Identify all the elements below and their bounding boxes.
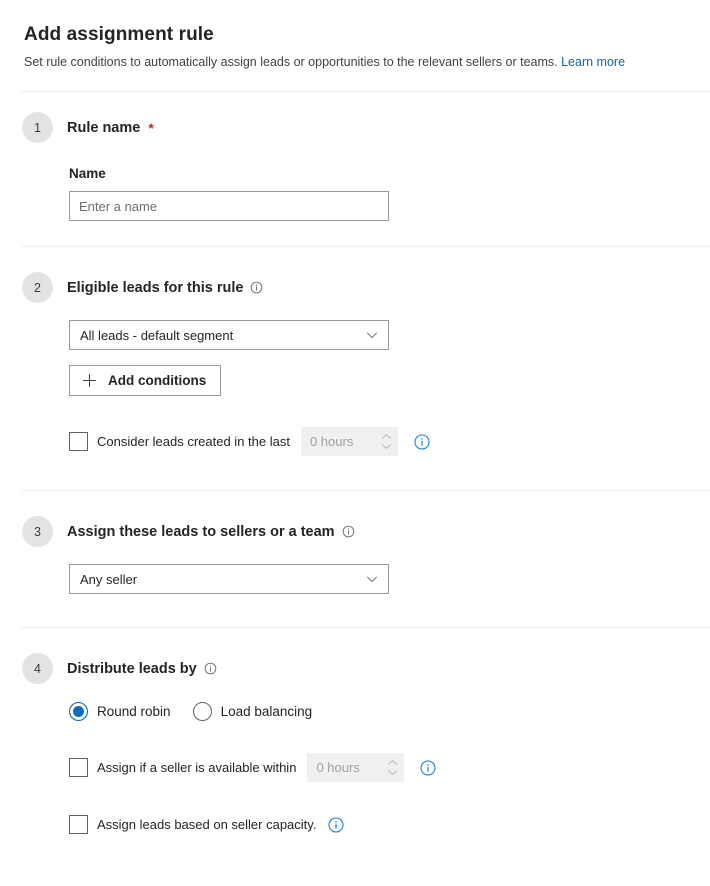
add-conditions-button[interactable]: Add conditions [69,365,222,396]
spinner-arrows[interactable] [381,433,392,450]
assign-seller-dropdown[interactable]: Any seller [69,564,389,594]
add-conditions-label: Add conditions [108,373,207,388]
page-header: Add assignment rule Set rule conditions … [0,0,710,71]
info-circle-blue-icon[interactable] [414,433,430,450]
learn-more-link[interactable]: Learn more [561,55,625,69]
consider-leads-hours-value: 0 hours [309,434,354,449]
section-eligible-leads: 2 Eligible leads for this rule All leads… [0,247,710,456]
section-1-title-text: Rule name [67,119,141,136]
name-field-label: Name [69,166,106,181]
section-distribute-leads: 4 Distribute leads by Round robin Load b… [0,628,710,834]
plus-icon [82,373,97,388]
rule-name-input[interactable] [69,191,389,221]
spinner-up-icon [381,434,392,439]
step-badge-3: 3 [22,516,53,547]
assign-seller-dropdown-value: Any seller [80,571,138,587]
section-rule-name: 1 Rule name * Name [0,92,710,221]
page-subtitle: Set rule conditions to automatically ass… [24,54,686,71]
section-2-title-text: Eligible leads for this rule [67,279,244,296]
seller-capacity-label: Assign leads based on seller capacity. [97,816,317,832]
section-assign-sellers: 3 Assign these leads to sellers or a tea… [0,491,710,594]
section-4-title-text: Distribute leads by [67,660,197,677]
section-3-header: 3 Assign these leads to sellers or a tea… [22,516,710,547]
consider-leads-label: Consider leads created in the last [97,433,290,449]
seller-available-hours-value: 0 hours [316,760,360,775]
seller-capacity-row: Assign leads based on seller capacity. [69,815,710,834]
info-circle-blue-icon[interactable] [420,759,436,776]
radio-item-load-balancing[interactable]: Load balancing [192,702,313,721]
section-2-title: Eligible leads for this rule [67,278,263,298]
radio-round-robin[interactable] [69,702,88,721]
spinner-down-icon [388,770,398,775]
step-badge-4: 4 [22,653,53,684]
distribute-radio-group: Round robin Load balancing [69,702,710,721]
section-4-body: Round robin Load balancing Assign if a s… [69,702,710,834]
seller-available-row: Assign if a seller is available within 0… [69,753,710,782]
section-4-header: 4 Distribute leads by [22,653,710,684]
page-title: Add assignment rule [24,24,214,45]
section-1-title: Rule name * [67,118,154,138]
consider-leads-hours-spinner[interactable]: 0 hours [300,427,398,456]
section-3-body: Any seller [69,564,710,594]
step-badge-1: 1 [22,112,53,143]
radio-round-robin-label: Round robin [97,703,171,719]
spinner-down-icon [381,444,392,449]
add-assignment-rule-page: Add assignment rule Set rule conditions … [0,0,710,886]
spinner-arrows[interactable] [387,759,398,776]
eligible-leads-dropdown[interactable]: All leads - default segment [69,320,389,350]
section-1-header: 1 Rule name * [22,112,710,143]
section-1-body: Name [69,165,710,221]
info-circle-icon[interactable] [342,525,355,538]
eligible-leads-dropdown-value: All leads - default segment [80,327,234,343]
consider-leads-checkbox[interactable] [69,432,88,451]
radio-item-round-robin[interactable]: Round robin [69,702,171,721]
info-circle-icon[interactable] [250,281,263,294]
consider-leads-row: Consider leads created in the last 0 hou… [69,427,710,456]
section-3-title-text: Assign these leads to sellers or a team [67,523,335,540]
page-subtitle-text: Set rule conditions to automatically ass… [24,55,558,69]
chevron-down-icon [365,328,379,342]
seller-available-hours-spinner[interactable]: 0 hours [307,753,405,782]
required-asterisk: * [148,119,154,136]
step-badge-2: 2 [22,272,53,303]
seller-available-checkbox[interactable] [69,758,88,777]
section-2-body: All leads - default segment Add conditio… [69,320,710,456]
spinner-up-icon [388,760,398,765]
info-circle-blue-icon[interactable] [328,816,345,833]
chevron-down-icon [365,572,379,586]
section-2-header: 2 Eligible leads for this rule [22,272,710,303]
info-circle-icon[interactable] [204,662,217,675]
radio-load-balancing[interactable] [192,702,212,721]
seller-available-label: Assign if a seller is available within [97,759,297,775]
section-4-title: Distribute leads by [67,659,217,679]
section-3-title: Assign these leads to sellers or a team [67,522,355,542]
radio-load-balancing-label: Load balancing [220,703,313,719]
seller-capacity-checkbox[interactable] [69,815,88,834]
